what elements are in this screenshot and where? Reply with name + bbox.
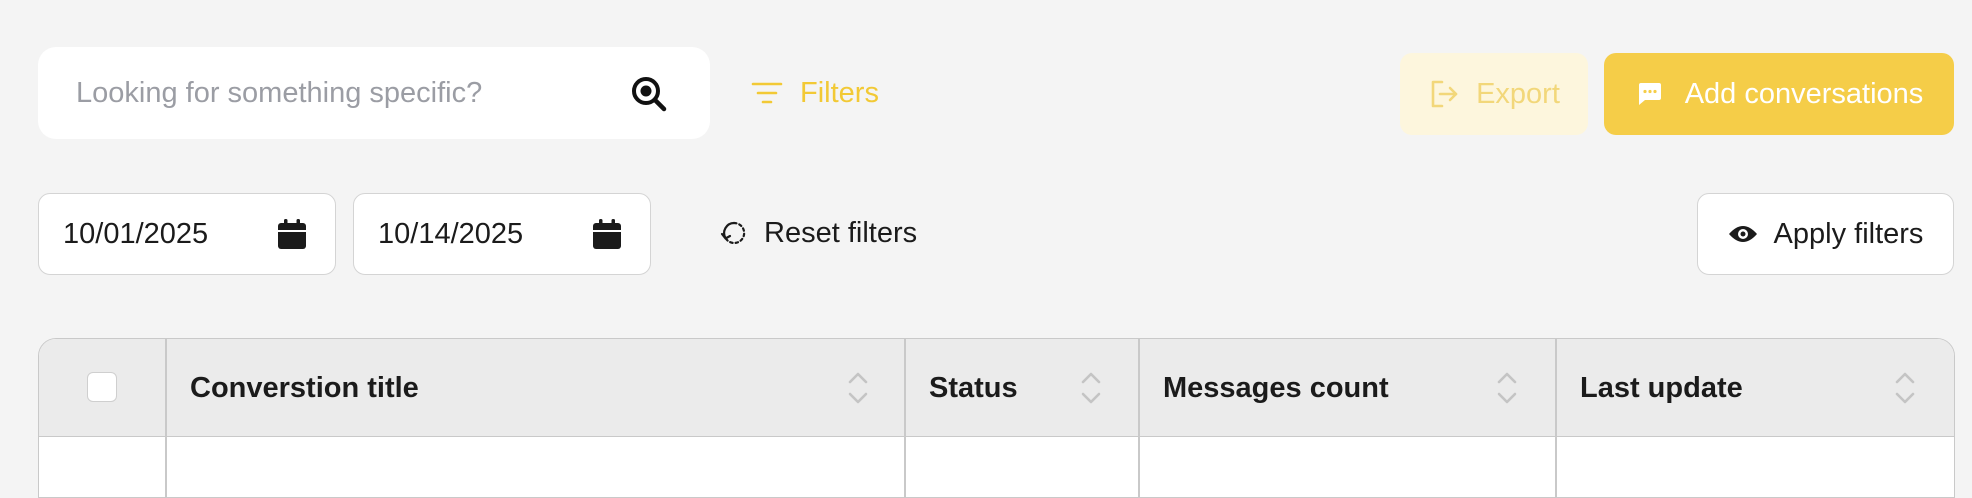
apply-filters-button[interactable]: Apply filters <box>1697 193 1954 275</box>
reset-filters-button[interactable]: Reset filters <box>720 210 917 256</box>
column-divider <box>165 339 167 497</box>
end-date-field[interactable]: 10/14/2025 <box>353 193 651 275</box>
select-all-checkbox[interactable] <box>87 372 117 402</box>
column-divider <box>1138 339 1140 497</box>
chat-bubble-icon <box>1638 83 1661 105</box>
column-divider <box>904 339 906 497</box>
sort-icon[interactable] <box>1080 369 1102 407</box>
add-conversations-label: Add conversations <box>1684 77 1924 110</box>
column-header-status[interactable]: Status <box>929 339 1018 437</box>
export-icon <box>1431 80 1458 108</box>
table-header: Converstion title Status Messages count … <box>39 339 1954 437</box>
sort-icon[interactable] <box>1496 369 1518 407</box>
start-date-value: 10/01/2025 <box>63 218 209 250</box>
column-header-title[interactable]: Converstion title <box>190 339 419 437</box>
export-label: Export <box>1476 77 1560 110</box>
start-date-field[interactable]: 10/01/2025 <box>38 193 336 275</box>
sort-icon[interactable] <box>1894 369 1916 407</box>
column-header-last-update[interactable]: Last update <box>1580 339 1743 437</box>
conversations-table: Converstion title Status Messages count … <box>38 338 1955 498</box>
add-conversations-button[interactable]: Add conversations <box>1604 53 1954 135</box>
reset-filters-label: Reset filters <box>764 216 918 249</box>
apply-filters-label: Apply filters <box>1773 217 1924 250</box>
eye-icon <box>1728 226 1757 242</box>
sort-icon[interactable] <box>847 369 869 407</box>
search-box[interactable] <box>38 47 710 139</box>
calendar-icon[interactable] <box>592 218 622 250</box>
column-header-messages-count[interactable]: Messages count <box>1163 339 1389 437</box>
search-input[interactable] <box>76 47 616 139</box>
filters-button[interactable]: Filters <box>750 70 879 116</box>
reset-icon <box>720 221 746 245</box>
search-icon[interactable] <box>630 75 668 113</box>
calendar-icon[interactable] <box>277 218 307 250</box>
filters-label: Filters <box>800 76 879 109</box>
column-divider <box>1555 339 1557 497</box>
end-date-value: 10/14/2025 <box>378 218 524 250</box>
export-button[interactable]: Export <box>1400 53 1588 135</box>
filter-icon <box>751 82 783 104</box>
